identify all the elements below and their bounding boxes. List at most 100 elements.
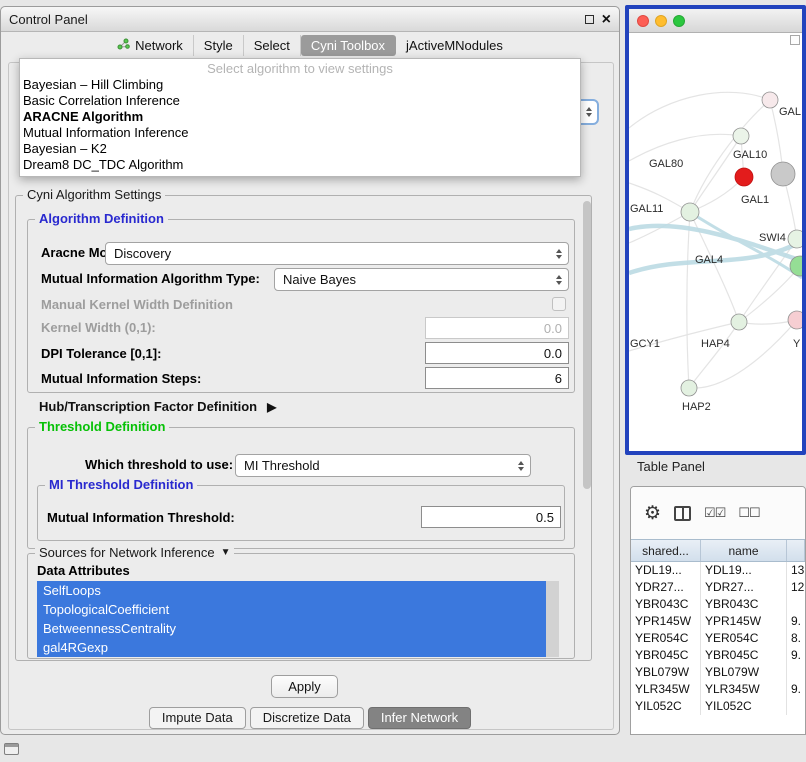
cell[interactable]: YDL19... [701,562,787,579]
network-canvas[interactable]: GAL GAL80 GAL10 GAL11 GAL1 SWI4 GAL4 GCY… [629,33,802,426]
cell[interactable] [787,596,805,613]
mi-threshold-field[interactable]: 0.5 [421,506,561,528]
cell[interactable]: YBR043C [631,596,701,613]
cell[interactable]: YER054C [701,630,787,647]
network-node[interactable] [731,314,747,330]
cell[interactable]: YPR145W [631,613,701,630]
node-label: GAL [779,106,801,118]
float-window-icon[interactable] [585,15,594,24]
attribute-item[interactable]: SelfLoops [37,581,546,600]
algorithm-option[interactable]: Dream8 DC_TDC Algorithm [20,157,580,173]
attribute-item[interactable]: TopologicalCoefficient [37,600,546,619]
control-panel-titlebar[interactable]: Control Panel × [1,7,619,32]
network-node[interactable] [681,380,697,396]
network-node-red[interactable] [735,168,753,186]
column-header-name[interactable]: name [701,540,787,561]
kernel-width-field[interactable]: 0.0 [425,317,569,339]
cell[interactable]: YDL19... [631,562,701,579]
table-row[interactable]: YER054C YER054C 8. [631,630,805,647]
zoom-traffic-light-icon[interactable] [673,15,685,27]
panel-dock-icon[interactable] [4,743,19,755]
algorithm-option[interactable]: Bayesian – K2 [20,141,580,157]
manual-kernel-checkbox[interactable] [552,297,566,311]
table-row[interactable]: YIL052C YIL052C [631,698,805,715]
cell[interactable]: YDR27... [701,579,787,596]
tab-jactivemnodules[interactable]: jActiveMNodules [396,35,513,56]
cell[interactable]: YER054C [631,630,701,647]
cell[interactable]: YBR045C [701,647,787,664]
table-row[interactable]: YDL19... YDL19... 13 [631,562,805,579]
cell[interactable]: YPR145W [701,613,787,630]
cell[interactable] [787,664,805,681]
network-node[interactable] [733,128,749,144]
cell[interactable]: 12 [787,579,805,596]
cell[interactable]: 9. [787,613,805,630]
select-all-icon[interactable]: ☑☑ [704,505,725,521]
network-window-titlebar[interactable] [629,9,802,33]
table-row[interactable]: YBR043C YBR043C [631,596,805,613]
tab-select[interactable]: Select [244,35,301,56]
tab-style[interactable]: Style [194,35,244,56]
cell[interactable]: YIL052C [701,698,787,715]
tab-impute-data[interactable]: Impute Data [149,707,246,729]
scrollbar-thumb[interactable] [583,201,591,489]
tab-cyni-toolbox[interactable]: Cyni Toolbox [301,35,396,56]
close-icon[interactable]: × [602,12,611,28]
table-row[interactable]: YLR345W YLR345W 9. [631,681,805,698]
combo-arrows-icon [556,249,562,259]
mi-steps-field[interactable]: 6 [425,367,569,389]
dpi-tolerance-field[interactable]: 0.0 [425,342,569,364]
which-threshold-select[interactable]: MI Threshold [235,454,531,477]
list-scrollbar[interactable] [546,581,559,657]
algorithm-dropdown-popup: Select algorithm to view settings Bayesi… [19,58,581,177]
column-header-shared-name[interactable]: shared... [631,540,701,561]
cell[interactable]: YDR27... [631,579,701,596]
network-node-gray[interactable] [771,162,795,186]
cell[interactable]: YBL079W [701,664,787,681]
algorithm-option[interactable]: Basic Correlation Inference [20,93,580,109]
cell[interactable]: YLR345W [631,681,701,698]
tab-infer-network[interactable]: Infer Network [368,707,471,729]
cell[interactable]: YBL079W [631,664,701,681]
deselect-all-icon[interactable]: ☐☐ [738,505,759,521]
cell[interactable]: YIL052C [631,698,701,715]
cell[interactable]: 8. [787,630,805,647]
apply-button[interactable]: Apply [271,675,338,698]
node-label: HAP2 [682,401,711,413]
settings-scrollbar[interactable] [582,199,592,657]
table-row[interactable]: YPR145W YPR145W 9. [631,613,805,630]
close-traffic-light-icon[interactable] [637,15,649,27]
cell[interactable]: 9. [787,647,805,664]
attribute-item[interactable]: gal4RGexp [37,638,546,657]
hub-definition-toggle[interactable]: Hub/Transcription Factor Definition ▶ [39,399,276,414]
cell[interactable] [787,698,805,715]
node-label: GAL4 [695,254,723,266]
control-panel-tabbar: Network Style Select Cyni Toolbox jActiv… [1,32,619,58]
table-row[interactable]: YBL079W YBL079W [631,664,805,681]
tab-discretize-data[interactable]: Discretize Data [250,707,364,729]
expanded-arrow-icon[interactable]: ▼ [221,547,231,558]
network-node-pink[interactable] [788,311,802,329]
gear-icon[interactable]: ⚙ [644,504,661,523]
algorithm-option-selected[interactable]: ARACNE Algorithm [20,109,580,125]
mi-type-select[interactable]: Naive Bayes [274,268,569,291]
network-node[interactable] [681,203,699,221]
minimize-traffic-light-icon[interactable] [655,15,667,27]
network-node[interactable] [762,92,778,108]
aracne-mode-select[interactable]: Discovery [105,242,569,265]
cell[interactable]: 9. [787,681,805,698]
table-row[interactable]: YDR27... YDR27... 12 [631,579,805,596]
cell[interactable]: YBR043C [701,596,787,613]
algorithm-option[interactable]: Mutual Information Inference [20,125,580,141]
tab-network[interactable]: Network [107,35,194,56]
cell[interactable]: 13 [787,562,805,579]
cell[interactable]: YLR345W [701,681,787,698]
network-node[interactable] [788,230,802,248]
manual-kernel-label: Manual Kernel Width Definition [41,294,233,316]
table-row[interactable]: YBR045C YBR045C 9. [631,647,805,664]
cell[interactable]: YBR045C [631,647,701,664]
column-header-clipped[interactable] [787,540,805,561]
columns-icon[interactable] [674,506,691,521]
algorithm-option[interactable]: Bayesian – Hill Climbing [20,77,580,93]
attribute-item[interactable]: BetweennessCentrality [37,619,546,638]
